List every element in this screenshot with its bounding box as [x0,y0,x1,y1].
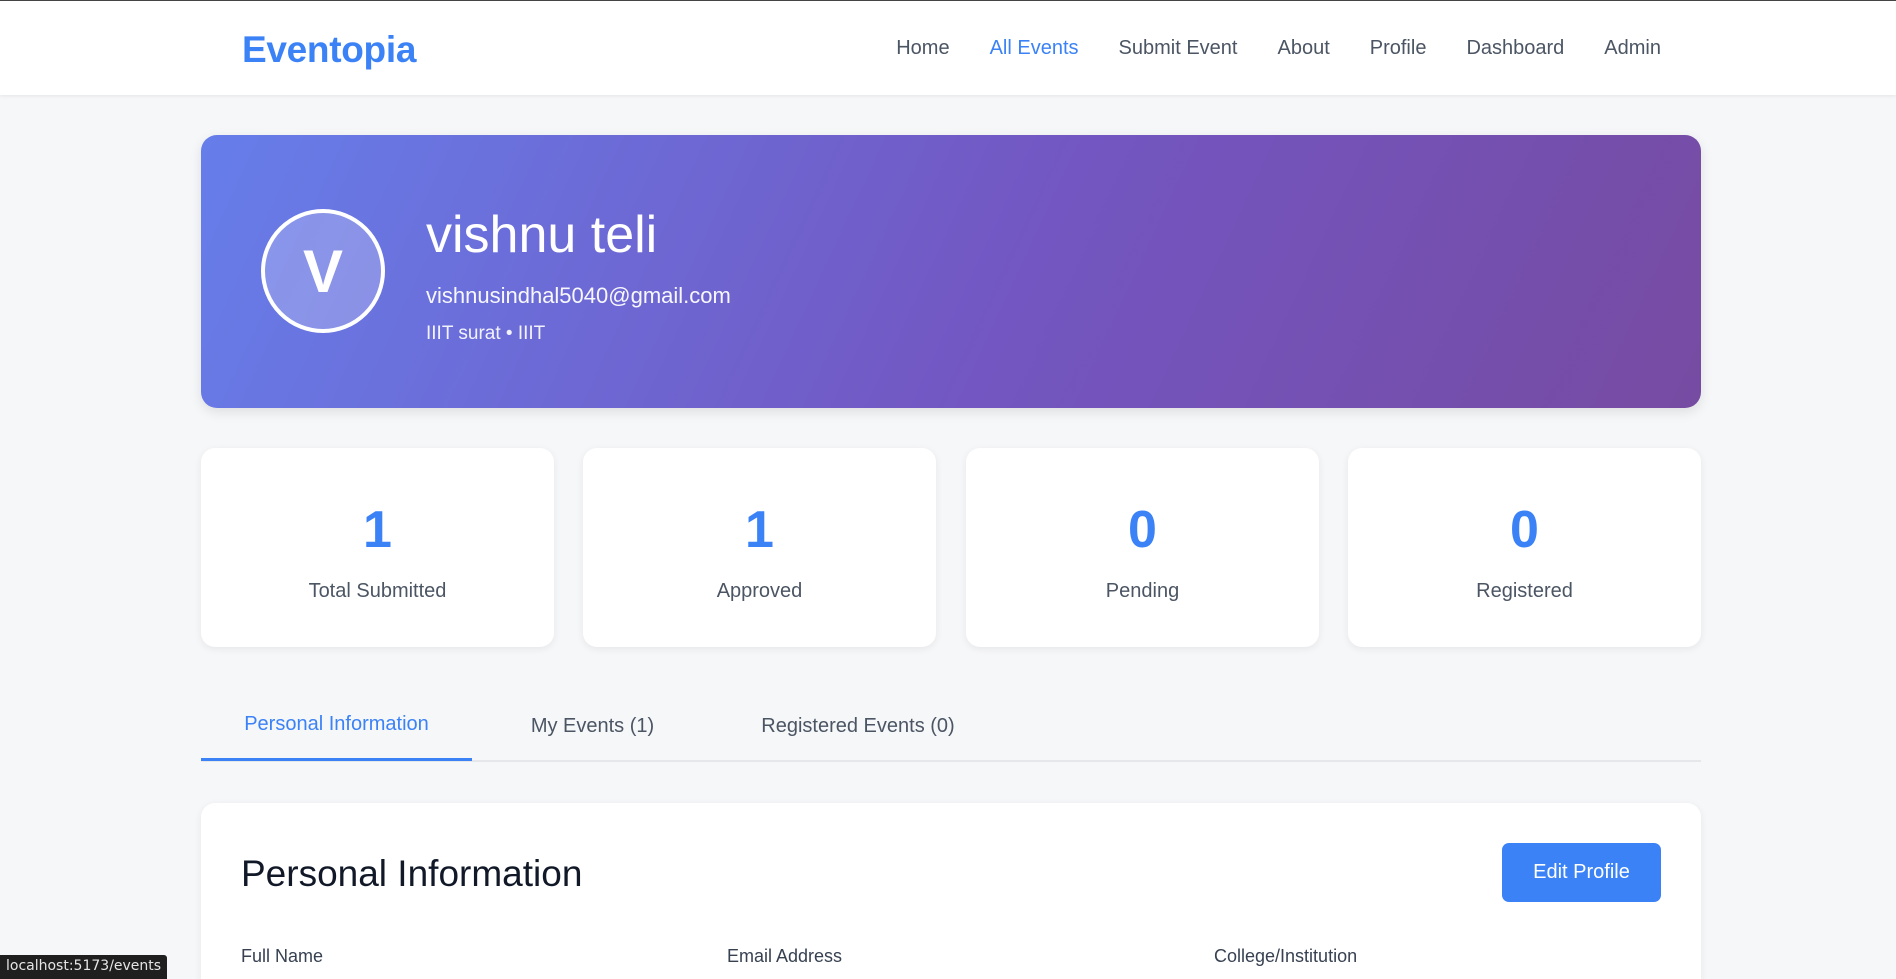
nav-link-home[interactable]: Home [896,37,949,60]
stat-value: 0 [1510,501,1539,559]
profile-email: vishnusindhal5040@gmail.com [426,283,731,308]
tab-personal-information[interactable]: Personal Information [201,690,472,761]
profile-tabs: Personal Information My Events (1) Regis… [201,690,1701,762]
section-title: Personal Information [241,853,583,894]
stat-value: 1 [745,501,774,559]
tab-registered-events[interactable]: Registered Events (0) [713,690,1003,762]
field-label-full-name: Full Name [241,946,324,966]
avatar: V [261,209,385,333]
stat-label: Registered [1476,580,1573,602]
nav-link-admin[interactable]: Admin [1604,37,1661,60]
stat-label: Pending [1105,580,1180,602]
edit-profile-button[interactable]: Edit Profile [1502,843,1661,902]
stat-card-total-submitted: 1 Total Submitted [201,448,554,647]
stat-value: 0 [1128,501,1157,559]
stat-card-registered: 0 Registered [1348,448,1701,647]
personal-information-card: Personal Information Edit Profile Full N… [201,803,1701,979]
stat-card-pending: 0 Pending [966,448,1319,647]
top-navbar: Eventopia Home All Events Submit Event A… [0,0,1896,95]
field-label-college: College/Institution [1214,946,1358,966]
nav-link-profile[interactable]: Profile [1370,37,1427,60]
nav-link-about[interactable]: About [1277,37,1329,60]
nav-links: Home All Events Submit Event About Profi… [896,37,1661,60]
stat-card-approved: 1 Approved [583,448,936,647]
nav-link-dashboard[interactable]: Dashboard [1466,37,1564,60]
stat-label: Approved [716,580,803,602]
status-bar-url: localhost:5173/events [0,955,168,979]
nav-link-all-events[interactable]: All Events [990,37,1079,60]
brand-logo[interactable]: Eventopia [242,29,416,71]
field-label-email-address: Email Address [727,946,843,966]
stat-label: Total Submitted [308,580,447,602]
profile-institution: IIIT surat • IIIT [426,323,546,344]
stat-value: 1 [363,501,392,559]
nav-link-submit-event[interactable]: Submit Event [1119,37,1238,60]
profile-name: vishnu teli [426,206,658,264]
tab-my-events[interactable]: My Events (1) [472,690,713,762]
profile-header-card: V vishnu teli vishnusindhal5040@gmail.co… [201,135,1701,408]
